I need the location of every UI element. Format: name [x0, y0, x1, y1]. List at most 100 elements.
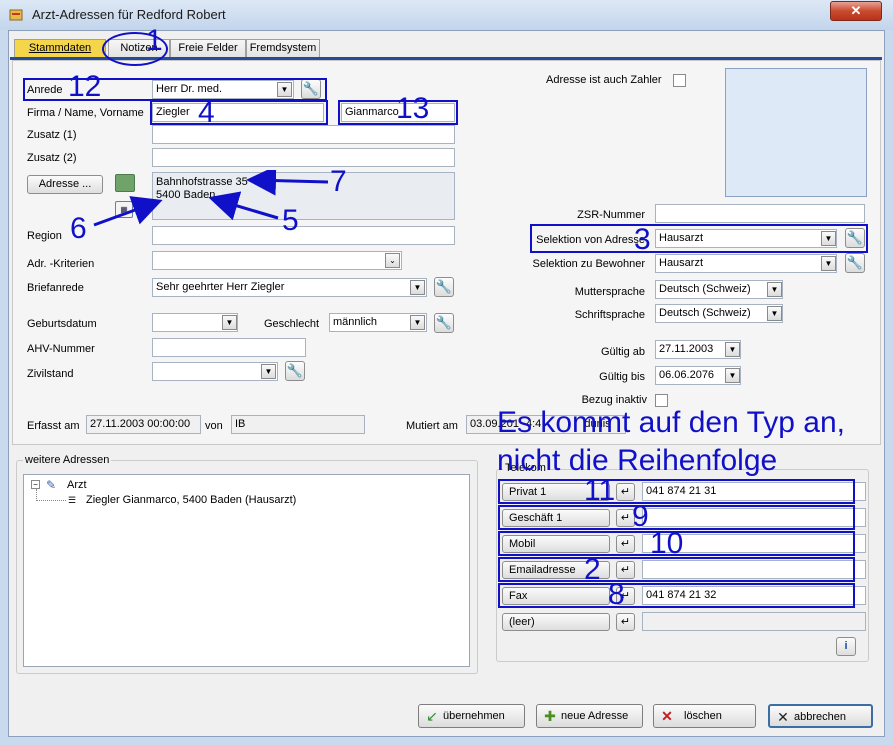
dial-icon[interactable]: ↵	[616, 613, 635, 631]
geschlecht-label: Geschlecht	[264, 318, 320, 330]
briefanrede-label: Briefanrede	[27, 282, 84, 294]
annotation-number: 4	[198, 96, 215, 129]
annotation-box	[498, 583, 855, 608]
annotation-box	[150, 100, 328, 125]
info-icon[interactable]: i	[836, 637, 856, 656]
new-item-icon: ✚	[544, 708, 556, 724]
erfasst-von-field: IB	[231, 415, 365, 434]
annotation-arrow	[246, 170, 329, 196]
chevron-down-icon[interactable]: ▼	[767, 282, 782, 297]
geburtsdatum-label: Geburtsdatum	[27, 318, 97, 330]
annotation-arrow	[93, 196, 163, 227]
weitere-adressen-label: weitere Adressen	[23, 454, 112, 466]
schriftsprache-combo[interactable]: Deutsch (Schweiz)	[655, 304, 783, 323]
calendar-dropdown-icon[interactable]: ▼	[725, 342, 740, 357]
annotation-note-line1: Es kommt auf den Typ an,	[497, 406, 845, 439]
muttersprache-combo[interactable]: Deutsch (Schweiz)	[655, 280, 783, 299]
kriterien-combo[interactable]	[152, 251, 402, 270]
zivilstand-combo[interactable]	[152, 362, 278, 381]
annotation-number: 7	[330, 165, 347, 198]
tab-label: Fremdsystem	[249, 42, 317, 54]
kriterien-label: Adr. -Kriterien	[27, 258, 95, 270]
zahler-label: Adresse ist auch Zahler	[546, 74, 662, 86]
ahv-label: AHV-Nummer	[27, 343, 95, 355]
telekom-value-leer[interactable]	[642, 612, 866, 631]
chevron-down-icon[interactable]: ▼	[821, 256, 836, 271]
neue-adresse-label: neue Adresse	[561, 710, 629, 722]
annotation-box	[530, 224, 868, 253]
annotation-number: 12	[68, 70, 102, 103]
app-icon	[9, 8, 23, 22]
tree-line	[36, 500, 66, 501]
check-arrow-icon: ↙	[426, 708, 438, 724]
wrench-icon[interactable]: 🔧	[845, 253, 865, 273]
annotation-note-line2: nicht die Reihenfolge	[497, 444, 778, 477]
calendar-dropdown-icon[interactable]: ▼	[222, 315, 237, 330]
loeschen-button[interactable]: ✕ löschen	[653, 704, 756, 728]
tree-child-label[interactable]: Ziegler Gianmarco, 5400 Baden (Hausarzt)	[86, 494, 296, 506]
collapse-icon[interactable]: −	[31, 480, 40, 489]
mutiert-label: Mutiert am	[406, 420, 458, 432]
annotation-arrows	[93, 170, 329, 227]
tab-stammdaten[interactable]: Stammdaten	[14, 39, 106, 59]
zahler-checkbox[interactable]	[673, 74, 686, 87]
zsr-label: ZSR-Nummer	[577, 209, 645, 221]
uebernehmen-button[interactable]: ↙ übernehmen	[418, 704, 525, 728]
selektion-zu-combo[interactable]: Hausarzt	[655, 254, 837, 273]
briefanrede-combo[interactable]: Sehr geehrter Herr Ziegler	[152, 278, 427, 297]
neue-adresse-button[interactable]: ✚ neue Adresse	[536, 704, 643, 728]
window-title: Arzt-Adressen für Redford Robert	[32, 7, 226, 22]
annotation-number: 11	[584, 474, 616, 507]
annotation-number: 5	[282, 204, 299, 237]
telekom-type-button-leer[interactable]: (leer)	[502, 613, 610, 631]
annotation-box	[498, 479, 855, 504]
uebernehmen-label: übernehmen	[443, 710, 505, 722]
von-label: von	[205, 420, 223, 432]
tab-label: Stammdaten	[28, 42, 92, 54]
chevron-down-icon[interactable]: ▼	[410, 315, 425, 330]
loeschen-label: löschen	[684, 710, 722, 722]
annotation-number: 6	[70, 212, 87, 245]
annotation-number: 2	[584, 553, 601, 586]
tab-fremdsystem[interactable]: Fremdsystem	[246, 39, 320, 58]
wrench-icon[interactable]: 🔧	[285, 361, 305, 381]
annotation-number: 1	[146, 24, 163, 57]
erfasst-label: Erfasst am	[27, 420, 80, 432]
calendar-dropdown-icon[interactable]: ▼	[725, 368, 740, 383]
zsr-field[interactable]	[655, 204, 865, 223]
tab-freie-felder[interactable]: Freie Felder	[170, 39, 246, 58]
chevron-down-icon[interactable]: ▼	[261, 364, 276, 379]
doctor-icon: ✎	[46, 478, 57, 492]
annotation-number: 3	[634, 223, 651, 256]
zusatz2-label: Zusatz (2)	[27, 152, 77, 164]
region-label: Region	[27, 230, 62, 242]
chevron-down-icon[interactable]: ▼	[410, 280, 425, 295]
chevron-down-icon[interactable]: ▼	[767, 306, 782, 321]
ahv-field[interactable]	[152, 338, 306, 357]
zusatz2-field[interactable]	[152, 148, 455, 167]
close-button[interactable]: ✕	[830, 1, 882, 21]
annotation-number: 10	[650, 527, 684, 560]
weitere-adressen-tree[interactable]: − ✎ Arzt ☰ Ziegler Gianmarco, 5400 Baden…	[23, 474, 470, 667]
gueltig-ab-label: Gültig ab	[600, 346, 645, 358]
gueltig-bis-label: Gültig bis	[599, 371, 645, 383]
annotation-number: 8	[608, 578, 625, 611]
selektion-zu-label: Selektion zu Bewohner	[532, 258, 645, 270]
chevron-down-icon[interactable]: ⌄	[385, 253, 400, 268]
annotation-number: 13	[396, 92, 430, 125]
zusatz1-label: Zusatz (1)	[27, 129, 77, 141]
annotation-box	[498, 557, 855, 582]
wrench-icon[interactable]: 🔧	[434, 313, 454, 333]
address-card-icon: ☰	[68, 495, 77, 505]
cancel-icon: ✕	[777, 709, 789, 725]
zivilstand-label: Zivilstand	[27, 368, 74, 380]
schriftsprache-label: Schriftsprache	[574, 309, 645, 321]
bezug-inaktiv-label: Bezug inaktiv	[581, 394, 647, 406]
tab-label: Freie Felder	[178, 42, 238, 54]
tree-root-label[interactable]: Arzt	[67, 479, 87, 491]
wrench-icon[interactable]: 🔧	[434, 277, 454, 297]
abbrechen-button[interactable]: ✕ abbrechen	[768, 704, 873, 728]
photo-frame	[725, 68, 867, 197]
annotation-number: 9	[632, 500, 649, 533]
erfasst-field: 27.11.2003 00:00:00	[86, 415, 201, 434]
